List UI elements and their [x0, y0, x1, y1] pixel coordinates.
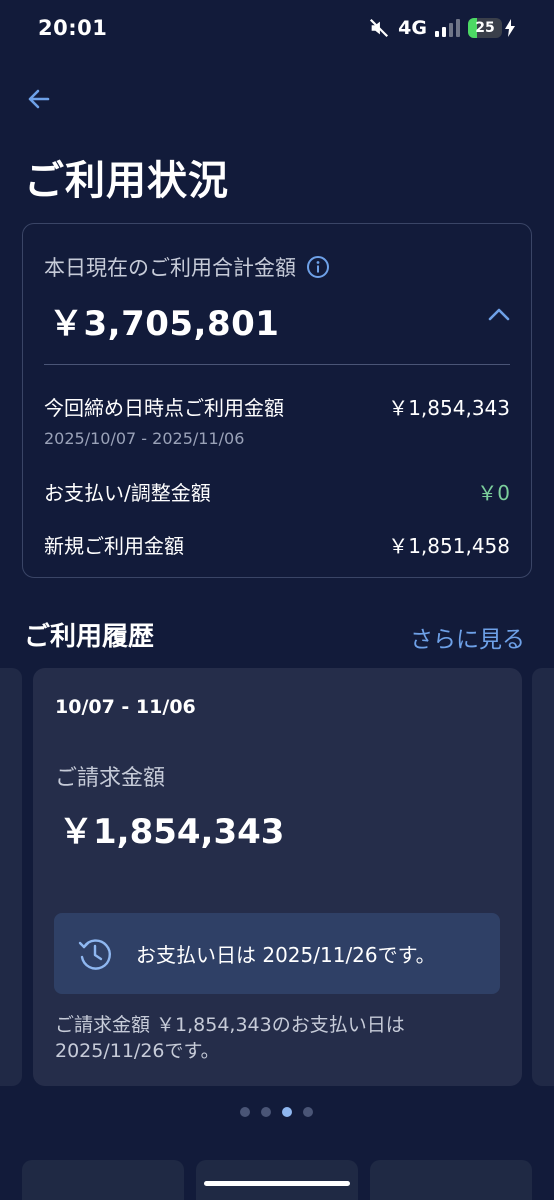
summary-divider: [44, 364, 510, 365]
summary-label-row: 本日現在のご利用合計金額: [44, 252, 330, 282]
due-date-box: お支払い日は 2025/11/26です。: [54, 913, 500, 994]
mute-icon: [370, 18, 389, 38]
battery-icon: 25: [468, 18, 516, 38]
see-more-link[interactable]: さらに見る: [410, 620, 525, 654]
billing-amount: ￥1,854,343: [59, 812, 285, 852]
billing-note: ご請求金額 ￥1,854,343のお支払い日は 2025/11/26です。: [55, 1014, 405, 1062]
history-card-next[interactable]: [532, 668, 554, 1086]
history-period: 10/07 - 11/06: [55, 696, 196, 718]
summary-row-value: ￥1,854,343: [388, 396, 510, 420]
status-time: 20:01: [38, 16, 108, 40]
status-bar: 20:01 4G 25: [0, 0, 554, 56]
bottom-tile[interactable]: [22, 1160, 184, 1200]
network-label: 4G: [398, 17, 427, 39]
history-card-previous[interactable]: [0, 668, 22, 1086]
summary-row-value: ￥1,851,458: [388, 534, 510, 558]
bottom-tile[interactable]: [196, 1160, 358, 1200]
pagination-dot[interactable]: [240, 1107, 250, 1117]
due-date-text: お支払い日は 2025/11/26です。: [136, 943, 436, 967]
history-card[interactable]: 10/07 - 11/06 ご請求金額 ￥1,854,343 お支払い日は 20…: [33, 668, 522, 1086]
status-icons: 4G 25: [368, 17, 516, 39]
bottom-tile[interactable]: [370, 1160, 532, 1200]
summary-row-label: 新規ご利用金額: [44, 534, 184, 558]
info-icon[interactable]: [306, 255, 330, 279]
summary-row-payment: お支払い/調整金額 ￥0: [44, 477, 510, 506]
chevron-up-icon[interactable]: [485, 302, 513, 326]
usage-summary-card: 本日現在のご利用合計金額 ￥3,705,801 今回締め日時点ご利用金額 ￥1,…: [22, 223, 532, 578]
arrow-left-icon[interactable]: [24, 84, 54, 114]
summary-row-period: 2025/10/07 - 2025/11/06: [44, 429, 245, 448]
summary-row-new: 新規ご利用金額 ￥1,851,458: [44, 530, 510, 559]
charging-bolt-icon: [505, 19, 515, 37]
pagination-dot[interactable]: [282, 1107, 292, 1117]
summary-row-closing: 今回締め日時点ご利用金額 ￥1,854,343: [44, 392, 510, 421]
pagination-dot[interactable]: [261, 1107, 271, 1117]
summary-label: 本日現在のご利用合計金額: [44, 256, 296, 280]
summary-row-label: 今回締め日時点ご利用金額: [44, 396, 284, 420]
billing-label: ご請求金額: [55, 766, 166, 791]
history-title: ご利用履歴: [24, 622, 155, 652]
clock-icon: [78, 938, 111, 970]
page-title: ご利用状況: [24, 158, 229, 204]
home-indicator[interactable]: [204, 1181, 350, 1186]
summary-row-value: ￥0: [477, 481, 510, 505]
summary-row-label: お支払い/調整金額: [44, 481, 211, 505]
signal-icon: [435, 19, 460, 37]
carousel-pagination: [240, 1107, 313, 1117]
pagination-dot[interactable]: [303, 1107, 313, 1117]
battery-level: 25: [475, 20, 495, 36]
summary-total-amount: ￥3,705,801: [49, 304, 280, 344]
